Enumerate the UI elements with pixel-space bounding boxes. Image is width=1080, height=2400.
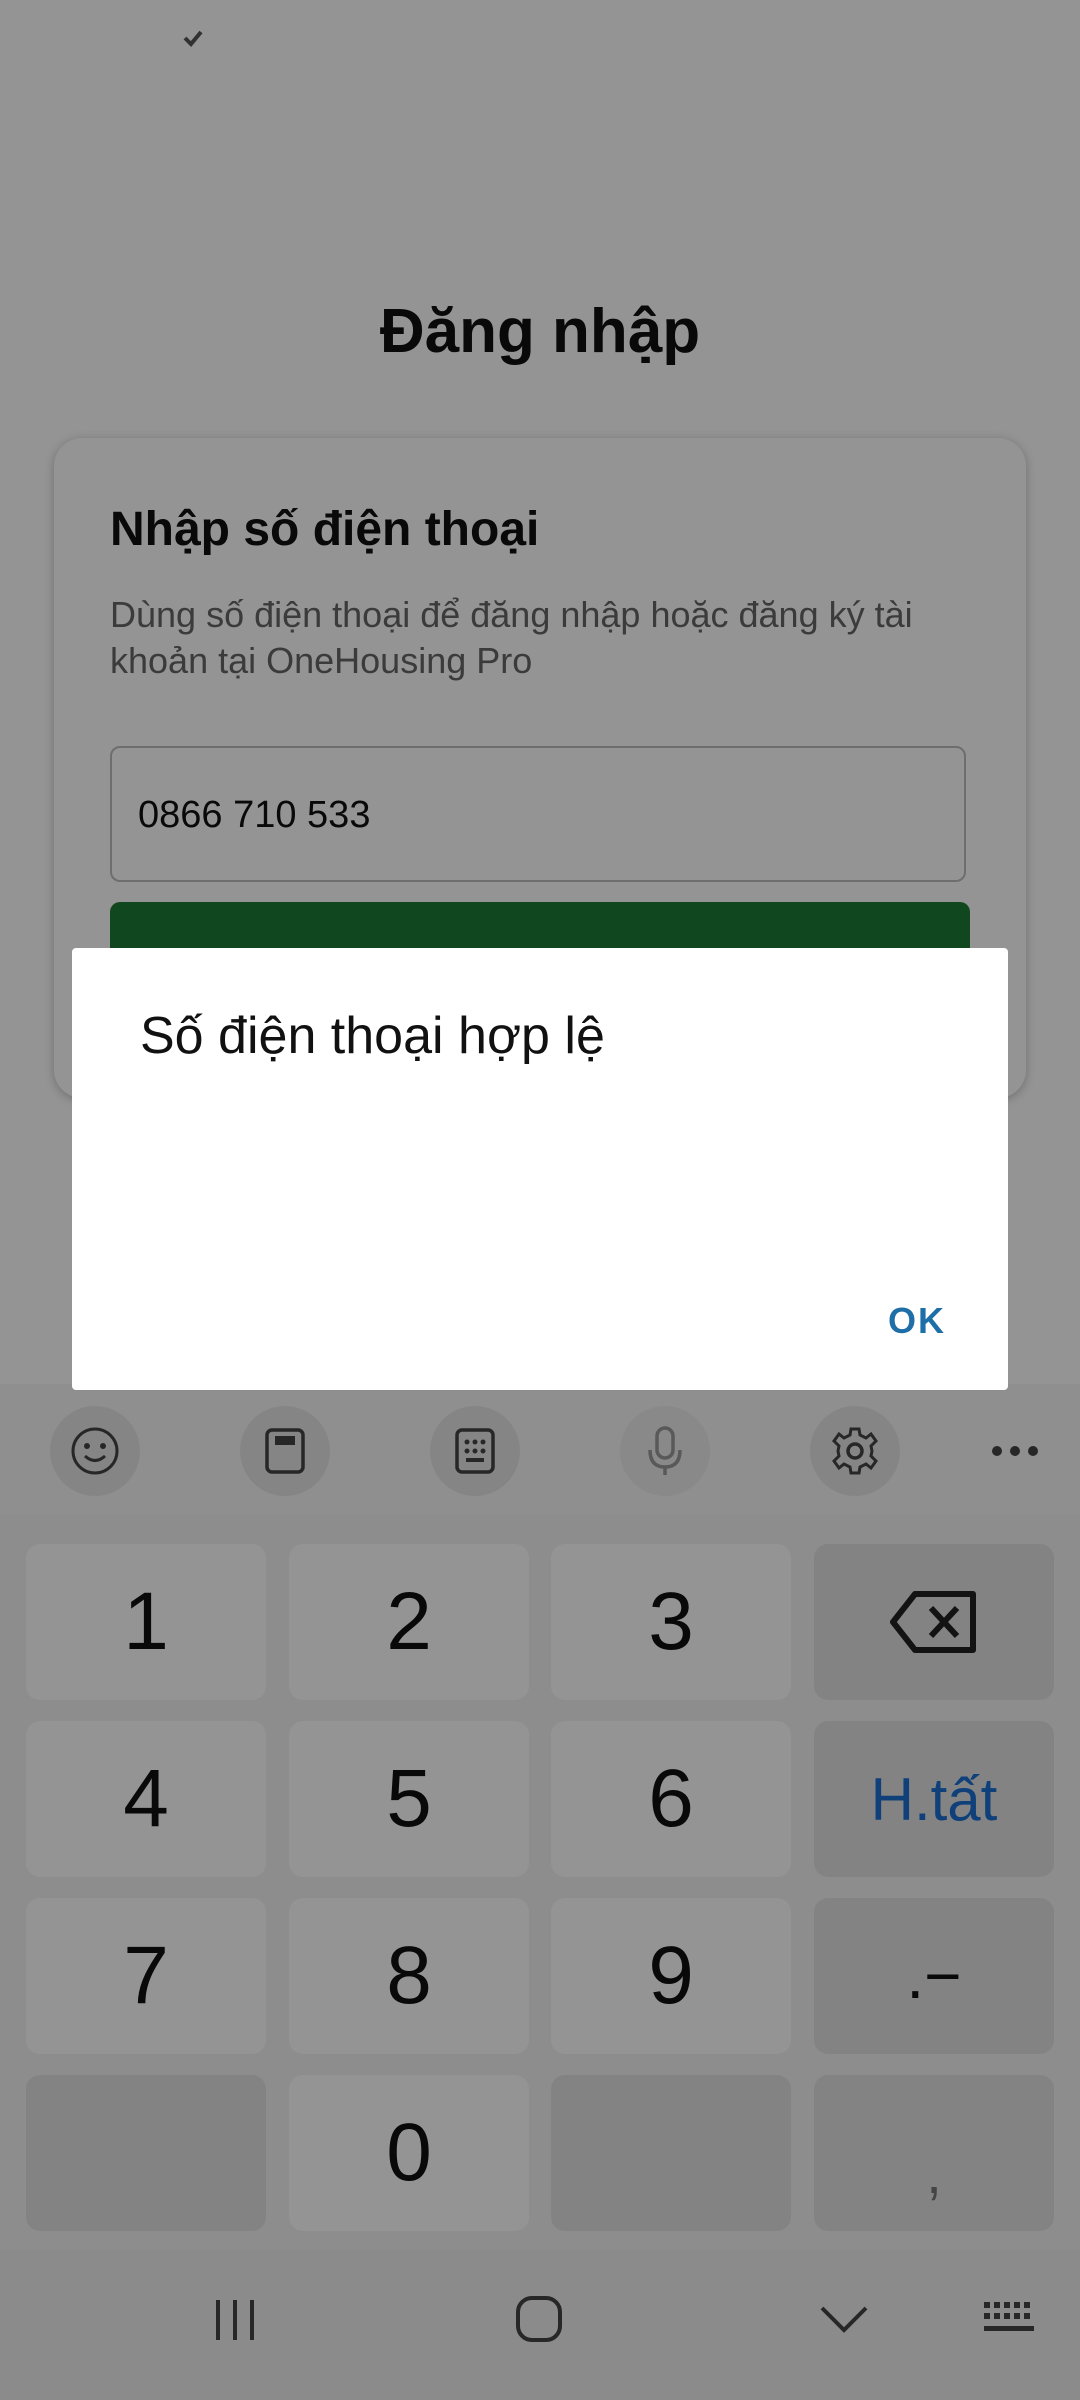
dialog-ok-button[interactable]: OK	[888, 1300, 946, 1342]
alert-dialog: Số điện thoại hợp lệ OK	[72, 948, 1008, 1390]
dialog-message: Số điện thoại hợp lệ	[140, 1007, 605, 1065]
